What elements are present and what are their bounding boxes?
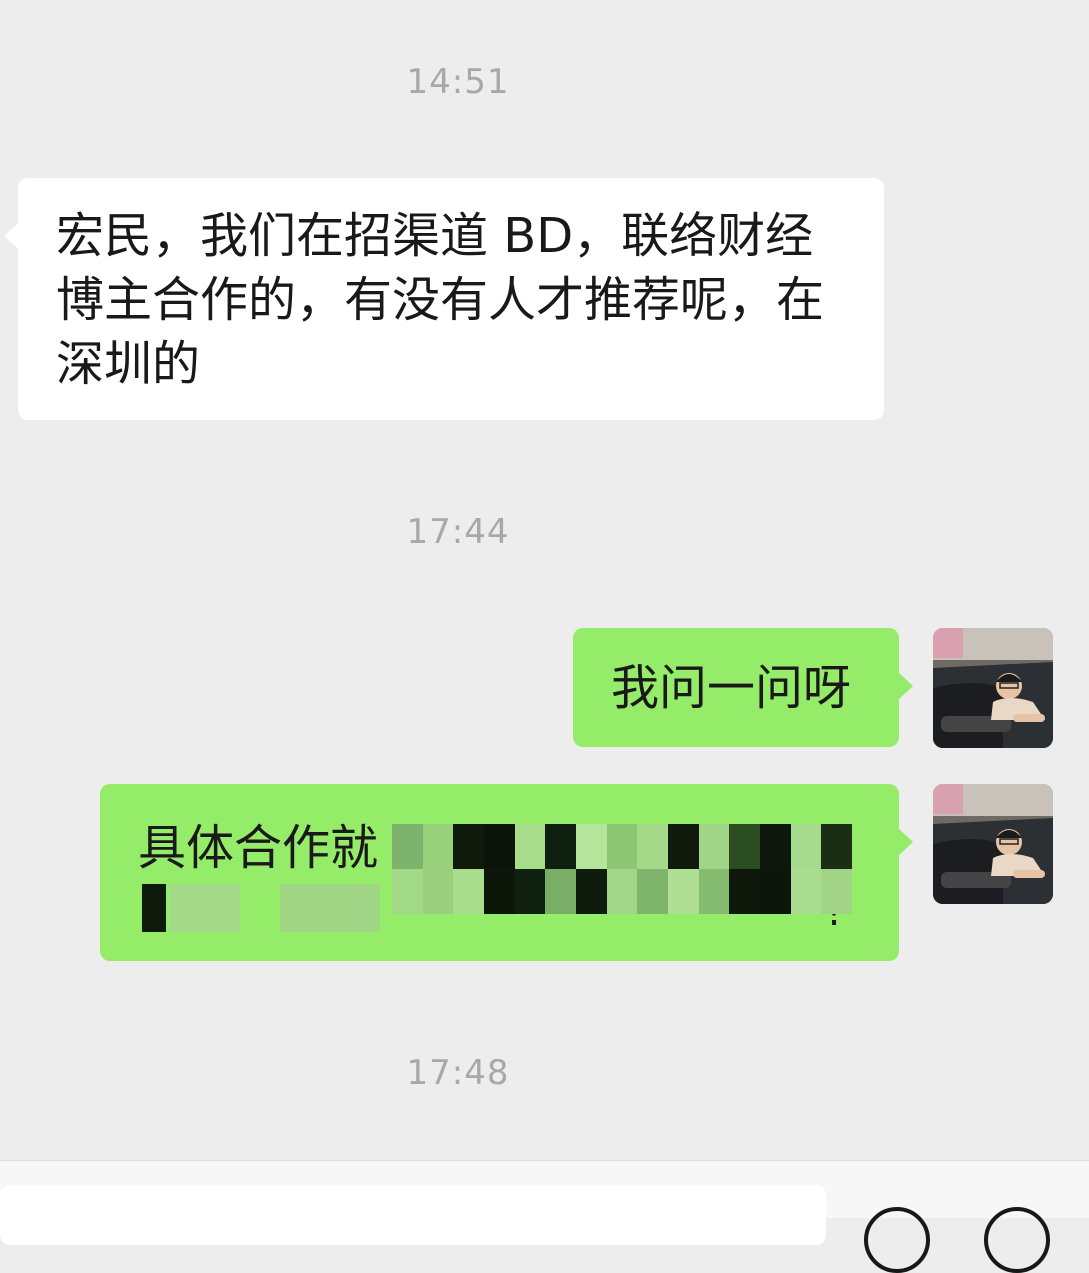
- redaction-mosaic-left: [280, 884, 380, 932]
- outgoing-message-bubble[interactable]: 我问一问呀: [573, 628, 913, 747]
- message-input[interactable]: [0, 1185, 826, 1245]
- input-bar: [0, 1160, 1089, 1273]
- timestamp: 14:51: [406, 62, 510, 102]
- outgoing-message-bubble[interactable]: 具体合作就 !: [100, 784, 913, 961]
- message-line: 深圳的: [56, 336, 201, 392]
- redaction-mosaic-left: [142, 884, 166, 932]
- message-line: 宏民，我们在招渠道 BD，联络财经: [56, 208, 814, 264]
- message-line: 我问一问呀: [611, 660, 852, 716]
- redaction-mosaic-left: [170, 884, 240, 932]
- timestamp: 17:44: [406, 512, 510, 552]
- avatar[interactable]: [933, 784, 1053, 904]
- chat-area[interactable]: 14:51 宏民，我们在招渠道 BD，联络财经 博主合作的，有没有人才推荐呢，在…: [0, 0, 1089, 1160]
- message-line: 具体合作就: [138, 820, 379, 876]
- message-line: 博主合作的，有没有人才推荐呢，在: [56, 272, 825, 328]
- avatar-photo-icon: [933, 784, 1053, 904]
- incoming-message-bubble[interactable]: 宏民，我们在招渠道 BD，联络财经 博主合作的，有没有人才推荐呢，在 深圳的: [4, 178, 884, 420]
- redaction-mosaic: [392, 824, 852, 914]
- avatar[interactable]: [933, 628, 1053, 748]
- avatar-photo-icon: [933, 628, 1053, 748]
- timestamp: 17:48: [406, 1053, 510, 1093]
